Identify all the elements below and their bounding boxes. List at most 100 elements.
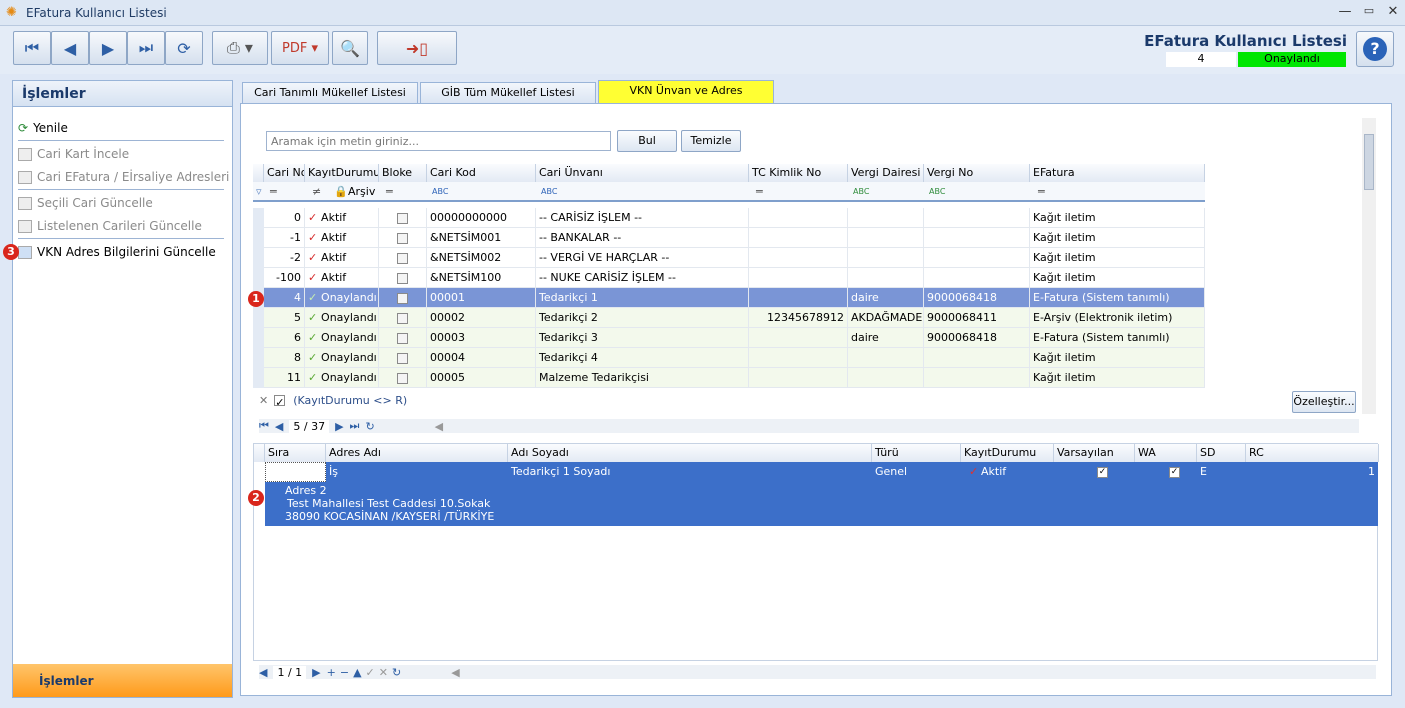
sidebar-footer[interactable]: İşlemler — [13, 664, 232, 697]
clear-button[interactable]: Temizle — [681, 130, 741, 152]
sira-cell[interactable] — [265, 462, 326, 482]
row-indicator[interactable] — [253, 328, 264, 348]
row-indicator[interactable] — [253, 208, 264, 228]
sidebar-item-listelenen-guncelle[interactable]: Listelenen Carileri Güncelle — [18, 216, 202, 236]
col-cari-no[interactable]: Cari No — [264, 164, 305, 182]
bloke-checkbox[interactable] — [379, 248, 427, 268]
col-wa[interactable]: WA — [1135, 444, 1197, 462]
bloke-checkbox[interactable] — [379, 288, 427, 308]
maximize-button[interactable]: ▭ — [1358, 4, 1380, 22]
delete-record-icon[interactable]: − — [340, 666, 349, 679]
table-row[interactable]: 8 ✓ Onaylandı 00004 Tedarikçi 4 Kağıt iletim — [253, 348, 1205, 368]
col-bloke[interactable]: Bloke — [379, 164, 427, 182]
sidebar-item-vkn-guncelle[interactable]: VKN Adres Bilgilerini Güncelle — [18, 242, 216, 262]
sidebar-item-cari-kart[interactable]: Cari Kart İncele — [18, 144, 129, 164]
checkbox[interactable] — [397, 372, 408, 384]
next-record-button[interactable]: ▶ — [89, 31, 127, 65]
col-efatura[interactable]: EFatura — [1030, 164, 1205, 182]
tab-gib-tum[interactable]: GİB Tüm Mükellef Listesi — [420, 82, 596, 104]
col-tc-kimlik[interactable]: TC Kimlik No — [749, 164, 848, 182]
exit-button[interactable]: ➜▯ — [377, 31, 457, 65]
table-row[interactable]: 5 ✓ Onaylandı 00002 Tedarikçi 2 12345678912 A… — [253, 308, 1205, 328]
save-record-icon[interactable]: ✓ — [366, 666, 375, 679]
table-row[interactable]: -1 ✓ Aktif &NETSİM001 -- BANKALAR -- Kağıt i… — [253, 228, 1205, 248]
row-indicator[interactable] — [253, 308, 264, 328]
col-kayit-durumu[interactable]: KayıtDurumu — [305, 164, 379, 182]
refresh-button[interactable]: ⟳ — [165, 31, 203, 65]
wa-checkbox[interactable]: ✓ — [1166, 462, 1183, 482]
first-record-button[interactable]: ⏮ — [13, 31, 51, 65]
minimize-button[interactable]: — — [1334, 4, 1356, 22]
row-indicator[interactable] — [253, 368, 264, 388]
checkbox[interactable] — [397, 312, 408, 324]
tab-cari-tanimli[interactable]: Cari Tanımlı Mükellef Listesi — [242, 82, 418, 104]
last-record-button[interactable]: ⏭ — [127, 31, 165, 65]
refresh-page-icon[interactable]: ↻ — [392, 666, 401, 679]
help-button[interactable]: ? — [1356, 31, 1394, 67]
bloke-checkbox[interactable] — [379, 268, 427, 288]
checkbox[interactable] — [397, 212, 408, 224]
checkbox[interactable] — [397, 332, 408, 344]
bloke-checkbox[interactable] — [379, 228, 427, 248]
col-cari-kod[interactable]: Cari Kod — [427, 164, 536, 182]
row-indicator[interactable] — [253, 228, 264, 248]
find-button[interactable]: Bul — [617, 130, 677, 152]
vertical-scrollbar[interactable] — [1362, 118, 1376, 414]
refresh-page-icon[interactable]: ↻ — [365, 420, 374, 433]
pdf-export-button[interactable]: PDF ▾ — [271, 31, 329, 65]
auto-filter-row[interactable]: ▿ ═ ≠ 🔒 Arşiv ═ ABC ABC ═ ABC ABC ═ — [253, 182, 1205, 202]
close-filter-icon[interactable]: ✕ — [259, 394, 268, 407]
checkbox[interactable] — [397, 232, 408, 244]
hscroll-left-icon[interactable]: ◀ — [451, 666, 459, 679]
first-page-icon[interactable]: ⏮ — [259, 419, 269, 433]
bloke-checkbox[interactable] — [379, 308, 427, 328]
search-tool-button[interactable]: 🔍 — [332, 31, 368, 65]
prev-page-icon[interactable]: ◀ — [259, 666, 267, 679]
next-page-icon[interactable]: ▶ — [335, 420, 343, 433]
col-kayit-durumu[interactable]: KayıtDurumu — [961, 444, 1054, 462]
row-indicator[interactable] — [253, 248, 264, 268]
bloke-checkbox[interactable] — [379, 368, 427, 388]
col-adres-adi[interactable]: Adres Adı — [326, 444, 508, 462]
checkbox[interactable] — [397, 252, 408, 264]
checkbox[interactable] — [397, 352, 408, 364]
last-page-icon[interactable]: ⏭ — [350, 419, 360, 433]
row-indicator[interactable] — [253, 268, 264, 288]
col-adi-soyadi[interactable]: Adı Soyadı — [508, 444, 872, 462]
next-page-icon[interactable]: ▶ — [312, 666, 320, 679]
search-input[interactable]: Aramak için metin giriniz... — [266, 131, 611, 151]
filter-enabled-checkbox[interactable]: ✓ — [274, 395, 286, 409]
checkbox[interactable] — [397, 292, 408, 304]
col-rc[interactable]: RC — [1246, 444, 1379, 462]
col-sira[interactable]: Sıra — [265, 444, 326, 462]
table-row[interactable]: -2 ✓ Aktif &NETSİM002 -- VERGİ VE HARÇLAR -… — [253, 248, 1205, 268]
sidebar-item-efatura-adresleri[interactable]: Cari EFatura / Eİrsaliye Adresleri — [18, 167, 229, 187]
sidebar-item-yenile[interactable]: ⟳ Yenile — [18, 118, 68, 138]
bloke-checkbox[interactable] — [379, 208, 427, 228]
table-row[interactable]: 4 ✓ Onaylandı 00001 Tedarikçi 1 daire 9000068… — [253, 288, 1205, 308]
checkbox[interactable] — [397, 272, 408, 284]
scroll-thumb[interactable] — [1364, 134, 1374, 190]
print-button[interactable]: ⎙ ▾ — [212, 31, 268, 65]
move-up-icon[interactable]: ▲ — [353, 666, 361, 679]
sidebar-item-secili-guncelle[interactable]: Seçili Cari Güncelle — [18, 193, 153, 213]
cancel-record-icon[interactable]: ✕ — [379, 666, 388, 679]
address-row[interactable]: İş Tedarikçi 1 Soyadı Genel ✓ Aktif ✓ ✓ … — [265, 462, 1378, 482]
col-turu[interactable]: Türü — [872, 444, 961, 462]
add-record-icon[interactable]: + — [327, 666, 336, 679]
customize-button[interactable]: Özelleştir... — [1292, 391, 1356, 413]
col-varsayilan[interactable]: Varsayılan — [1054, 444, 1135, 462]
table-row[interactable]: 6 ✓ Onaylandı 00003 Tedarikçi 3 daire 9000068… — [253, 328, 1205, 348]
filter-arsiv[interactable]: Arşiv — [345, 182, 378, 202]
varsayilan-checkbox[interactable]: ✓ — [1094, 462, 1111, 482]
col-vergi-no[interactable]: Vergi No — [924, 164, 1030, 182]
tab-vkn-unvan[interactable]: VKN Ünvan ve Adres — [598, 80, 774, 104]
prev-page-icon[interactable]: ◀ — [275, 420, 283, 433]
table-row[interactable]: -100 ✓ Aktif &NETSİM100 -- NUKE CARİSİZ İŞL… — [253, 268, 1205, 288]
close-button[interactable]: ✕ — [1382, 4, 1404, 22]
prev-record-button[interactable]: ◀ — [51, 31, 89, 65]
bloke-checkbox[interactable] — [379, 328, 427, 348]
filter-text[interactable]: (KayıtDurumu <> R) — [293, 394, 407, 407]
hscroll-left-icon[interactable]: ◀ — [435, 420, 443, 433]
col-vergi-dairesi[interactable]: Vergi Dairesi — [848, 164, 924, 182]
